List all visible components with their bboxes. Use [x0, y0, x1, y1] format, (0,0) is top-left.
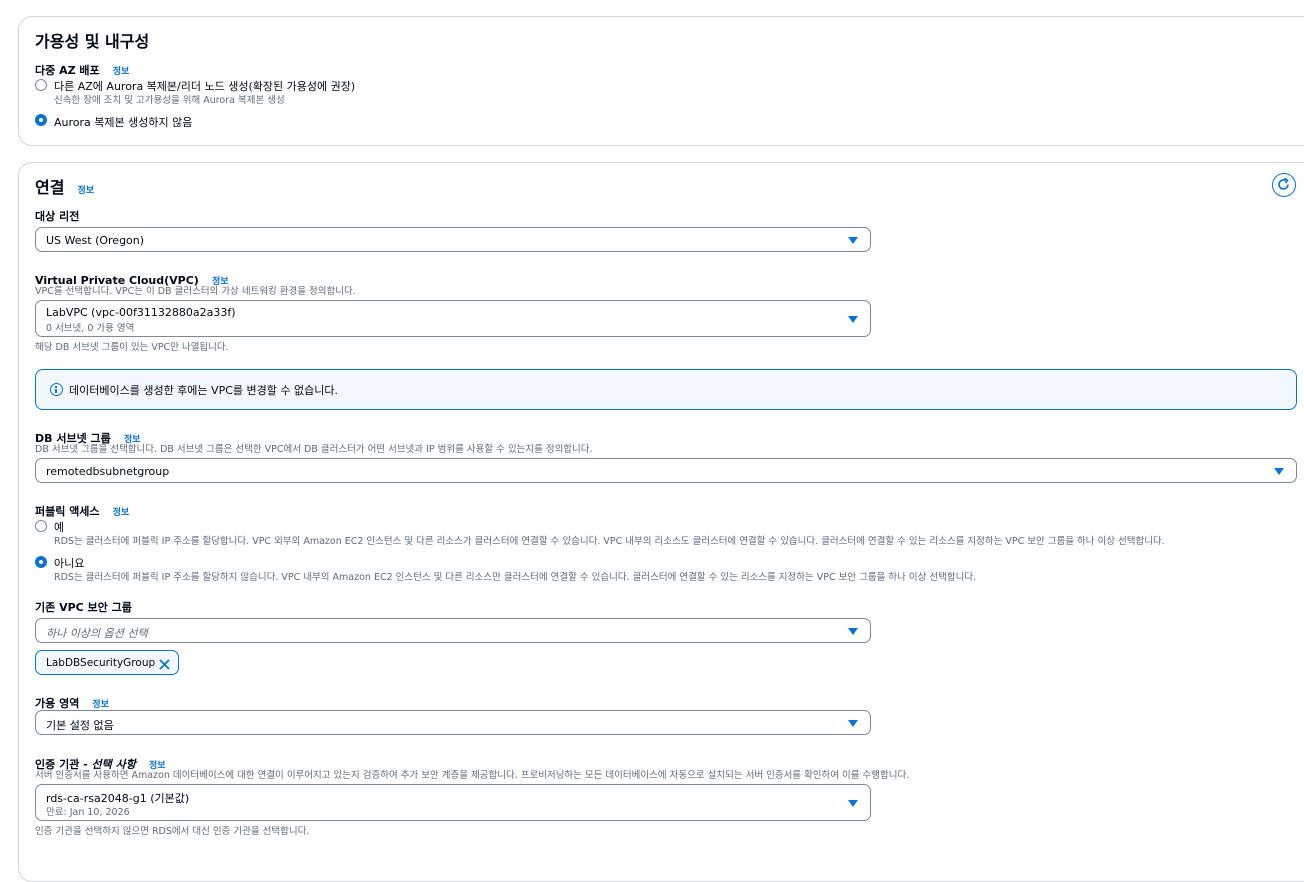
- vpc-subtext: 0 서브넷, 0 가용 영역: [46, 323, 135, 334]
- certificate-expiry: 만료: Jan 10, 2026: [46, 807, 130, 818]
- public-access-no-desc: RDS는 클러스터에 퍼블릭 IP 주소를 할당하지 않습니다. VPC 내부의…: [54, 572, 977, 583]
- target-region-value: US West (Oregon): [46, 234, 145, 247]
- multi-az-no-replica-radio[interactable]: [35, 114, 47, 126]
- vpc-select[interactable]: LabVPC (vpc-00f31132880a2a33f) 0 서브넷, 0 …: [35, 300, 871, 337]
- vpc-desc: VPC를 선택합니다. VPC는 이 DB 클러스터의 가상 네트워킹 환경을 …: [35, 286, 356, 297]
- public-access-yes-desc: RDS는 클러스터에 퍼블릭 IP 주소를 할당합니다. VPC 외부의 Ama…: [54, 536, 1165, 547]
- multi-az-create-replica-radio[interactable]: [35, 79, 47, 91]
- multi-az-create-replica-desc: 신속한 장애 조치 및 고가용성을 위해 Aurora 복제본 생성: [54, 95, 285, 106]
- caret-down-icon: [848, 720, 858, 727]
- security-group-multiselect[interactable]: 하나 이상의 옵션 선택: [35, 618, 871, 643]
- subnet-group-desc: DB 서브넷 그룹을 선택합니다. DB 서브넷 그룹은 선택한 VPC에서 D…: [35, 444, 593, 455]
- security-group-token-label: LabDBSecurityGroup: [46, 657, 156, 669]
- refresh-icon[interactable]: [1272, 173, 1296, 197]
- certificate-desc: 서버 인증서를 사용하면 Amazon 데이터베이스에 대한 연결이 이루어지고…: [35, 770, 910, 781]
- vpc-value: LabVPC (vpc-00f31132880a2a33f): [46, 306, 236, 319]
- availability-zone-label-row: 가용 영역 정보: [35, 692, 109, 711]
- connectivity-title-row: 연결 정보: [35, 174, 94, 198]
- security-group-token: LabDBSecurityGroup: [35, 650, 179, 675]
- target-region-select[interactable]: US West (Oregon): [35, 227, 871, 252]
- caret-down-icon: [848, 316, 858, 323]
- caret-down-icon: [848, 628, 858, 635]
- vpc-change-alert-text: 데이터베이스를 생성한 후에는 VPC를 변경할 수 없습니다.: [69, 384, 338, 397]
- availability-zone-select[interactable]: 기본 설정 없음: [35, 710, 871, 735]
- caret-down-icon: [1274, 468, 1284, 475]
- subnet-group-select[interactable]: remotedbsubnetgroup: [35, 458, 1297, 483]
- info-circle-icon: [50, 383, 63, 396]
- security-group-placeholder: 하나 이상의 옵션 선택: [46, 627, 148, 640]
- certificate-select[interactable]: rds-ca-rsa2048-g1 (기본값) 만료: Jan 10, 2026: [35, 784, 871, 821]
- multi-az-label-row: 다중 AZ 배포 정보: [35, 59, 129, 78]
- subnet-group-value: remotedbsubnetgroup: [46, 465, 170, 478]
- multi-az-no-replica-label[interactable]: Aurora 복제본 생성하지 않음: [54, 114, 192, 130]
- availability-title: 가용성 및 내구성: [35, 32, 150, 51]
- availability-zone-label: 가용 영역: [35, 697, 80, 710]
- caret-down-icon: [848, 800, 858, 807]
- public-access-yes-radio[interactable]: [35, 520, 47, 532]
- connectivity-title: 연결: [35, 178, 65, 197]
- security-group-label: 기존 VPC 보안 그룹: [35, 601, 132, 614]
- availability-zone-info-link[interactable]: 정보: [92, 700, 109, 710]
- public-access-label: 퍼블릭 액세스: [35, 505, 100, 518]
- availability-zone-value: 기본 설정 없음: [46, 719, 114, 732]
- vpc-change-alert: 데이터베이스를 생성한 후에는 VPC를 변경할 수 없습니다.: [35, 369, 1297, 410]
- close-icon[interactable]: [158, 656, 171, 670]
- public-access-label-row: 퍼블릭 액세스 정보: [35, 500, 129, 519]
- caret-down-icon: [848, 237, 858, 244]
- certificate-hint: 인증 기관을 선택하지 않으면 RDS에서 대신 인증 기관을 선택합니다.: [35, 826, 310, 837]
- public-access-no-radio[interactable]: [35, 556, 47, 568]
- multi-az-info-link[interactable]: 정보: [113, 67, 130, 77]
- multi-az-label: 다중 AZ 배포: [35, 64, 100, 77]
- vpc-hint: 해당 DB 서브넷 그룹이 있는 VPC만 나열됩니다.: [35, 342, 229, 353]
- public-access-info-link[interactable]: 정보: [113, 508, 130, 518]
- connectivity-info-link[interactable]: 정보: [78, 186, 95, 196]
- target-region-label: 대상 리전: [35, 210, 80, 223]
